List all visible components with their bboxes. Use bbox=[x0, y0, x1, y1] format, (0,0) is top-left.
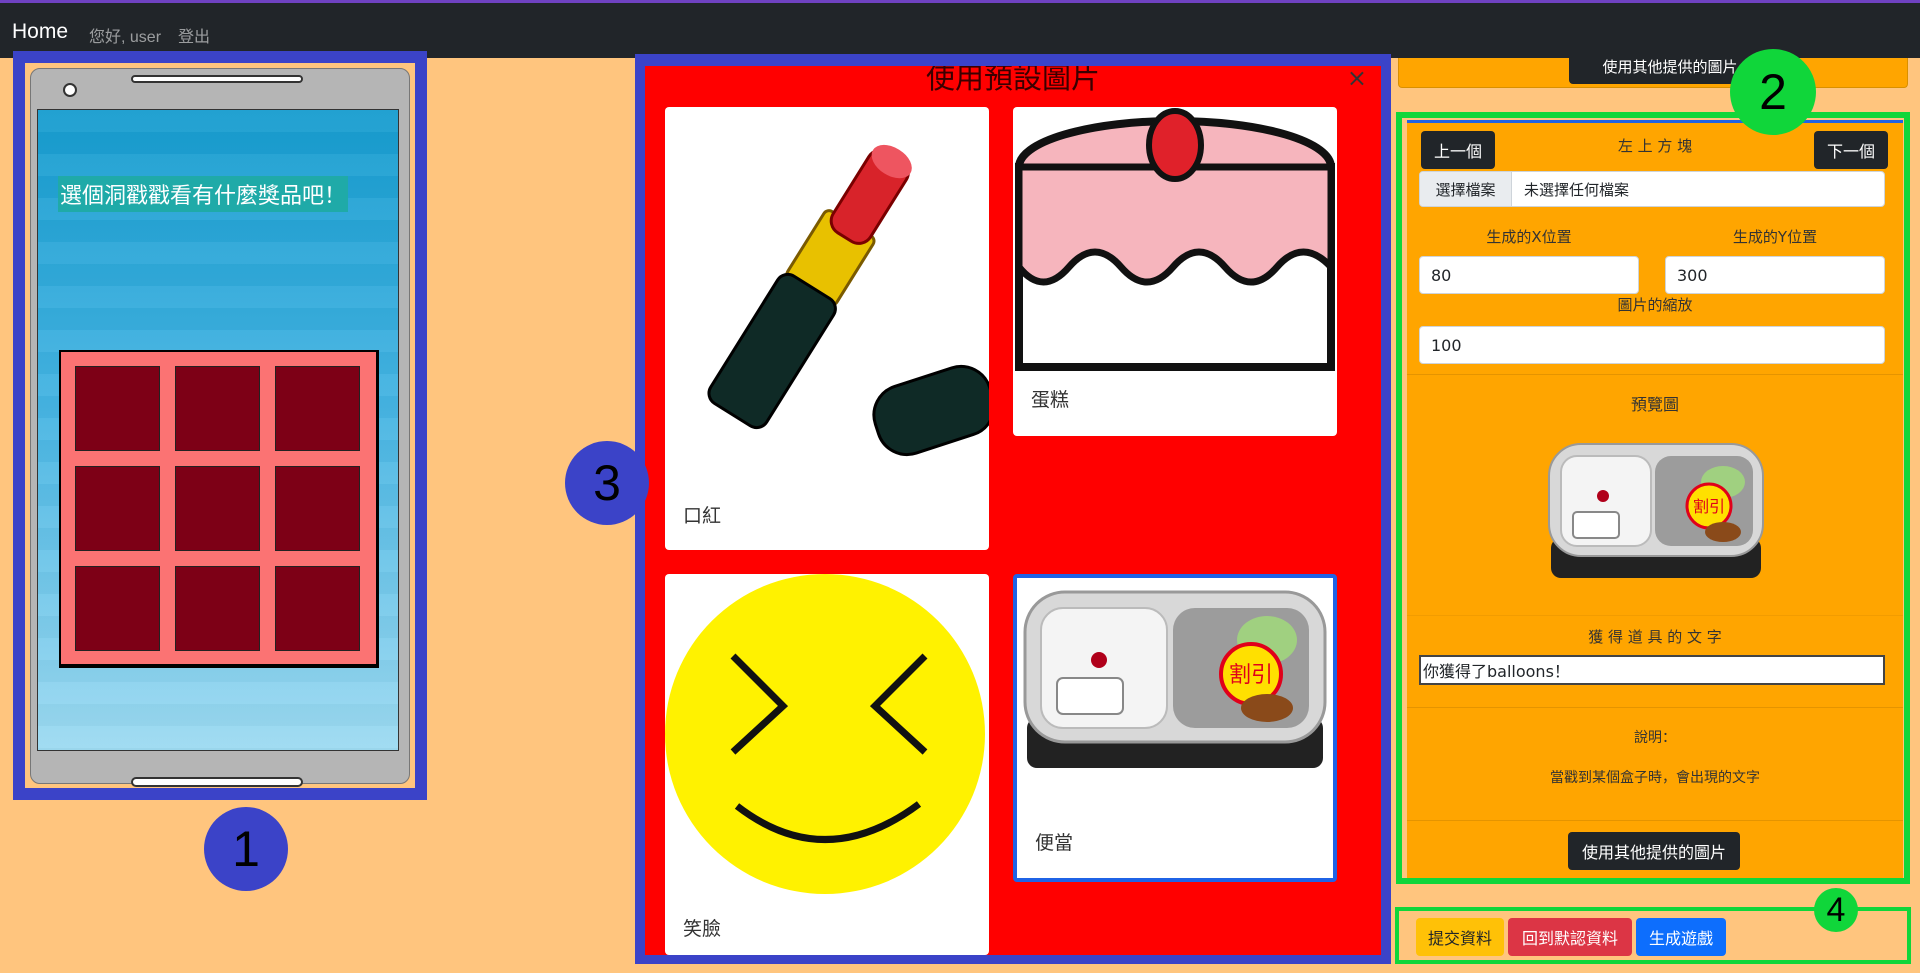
game-screen: 選個洞戳戳看有什麼獎品吧！ bbox=[37, 109, 399, 751]
svg-text:割引: 割引 bbox=[1693, 497, 1725, 516]
divider bbox=[1407, 820, 1903, 821]
preview-label: 預覽圖 bbox=[1630, 395, 1679, 414]
reset-default-button[interactable]: 回到默認資料 bbox=[1508, 918, 1632, 956]
hole-box[interactable] bbox=[75, 466, 160, 551]
bento-box-image: 割引 bbox=[1023, 590, 1327, 768]
camera-icon bbox=[63, 83, 77, 97]
x-position-label: 生成的X位置 bbox=[1486, 228, 1572, 246]
y-position-input[interactable]: 300 bbox=[1665, 256, 1885, 294]
block-settings-panel: 上一個 左 上 方 塊 下一個 選擇檔案 未選擇任何檔案 生成的X位置 生成的Y… bbox=[1407, 120, 1903, 878]
greeting-text: 您好, user bbox=[89, 29, 162, 46]
submit-button[interactable]: 提交資料 bbox=[1416, 918, 1504, 956]
hole-box[interactable] bbox=[275, 566, 360, 651]
card-label-smiley: 笑臉 bbox=[683, 918, 722, 940]
marker-3: 3 bbox=[565, 441, 649, 525]
card-label-lipstick: 口紅 bbox=[683, 505, 722, 527]
phone-mockup: 選個洞戳戳看有什麼獎品吧！ bbox=[30, 68, 410, 787]
image-card-cake[interactable]: 蛋糕 bbox=[1013, 107, 1337, 436]
y-position-label: 生成的Y位置 bbox=[1732, 228, 1818, 246]
cake-image bbox=[1015, 108, 1335, 371]
hole-box[interactable] bbox=[275, 366, 360, 451]
game-title: 選個洞戳戳看有什麼獎品吧！ bbox=[58, 176, 349, 212]
divider bbox=[1407, 707, 1903, 708]
description-text: 當戳到某個盒子時，會出現的文字 bbox=[1550, 770, 1760, 786]
image-card-bento[interactable]: 割引 便當 bbox=[1013, 574, 1337, 882]
home-button-icon bbox=[131, 777, 303, 787]
bento-preview-image: 割引 bbox=[1548, 443, 1764, 578]
svg-text:割引: 割引 bbox=[1229, 663, 1273, 688]
default-image-modal: 使用預設圖片 × 口紅 蛋糕 笑臉 割引 便當 bbox=[645, 66, 1381, 955]
card-label-cake: 蛋糕 bbox=[1031, 389, 1070, 411]
speaker-icon bbox=[131, 75, 303, 83]
hole-box[interactable] bbox=[175, 366, 260, 451]
item-text-label: 獲 得 道 具 的 文 字 bbox=[1588, 628, 1722, 646]
modal-title: 使用預設圖片 bbox=[925, 66, 1100, 94]
item-text-input[interactable]: 你獲得了balloons！ bbox=[1419, 655, 1885, 685]
marker-4: 4 bbox=[1814, 888, 1858, 932]
choose-file-button[interactable]: 選擇檔案 bbox=[1420, 172, 1512, 206]
image-card-smiley[interactable]: 笑臉 bbox=[665, 574, 989, 955]
card-label-bento: 便當 bbox=[1035, 832, 1074, 854]
marker-1: 1 bbox=[204, 807, 288, 891]
hole-box[interactable] bbox=[175, 466, 260, 551]
use-other-images-button[interactable]: 使用其他提供的圖片 bbox=[1568, 832, 1740, 870]
hole-box[interactable] bbox=[75, 566, 160, 651]
home-link[interactable]: Home bbox=[12, 20, 68, 44]
x-position-input[interactable]: 80 bbox=[1419, 256, 1639, 294]
hole-box[interactable] bbox=[275, 466, 360, 551]
logout-link[interactable]: 登出 bbox=[178, 23, 210, 47]
lipstick-image bbox=[707, 144, 989, 456]
scale-input[interactable]: 100 bbox=[1419, 326, 1885, 364]
top-panel-strip: 使用其他提供的圖片 bbox=[1398, 58, 1908, 88]
file-status: 未選擇任何檔案 bbox=[1524, 180, 1630, 199]
divider bbox=[1407, 615, 1903, 616]
close-icon[interactable]: × bbox=[1347, 66, 1367, 92]
image-card-lipstick[interactable]: 口紅 bbox=[665, 107, 989, 550]
next-button[interactable]: 下一個 bbox=[1814, 131, 1888, 169]
marker-2: 2 bbox=[1730, 49, 1816, 135]
hole-grid bbox=[59, 350, 379, 668]
hole-box[interactable] bbox=[75, 366, 160, 451]
navbar: Home 您好, user 登出 bbox=[0, 0, 1920, 58]
hole-box[interactable] bbox=[175, 566, 260, 651]
file-chooser[interactable]: 選擇檔案 未選擇任何檔案 bbox=[1419, 171, 1885, 207]
smiley-face-image bbox=[665, 574, 985, 894]
scale-label: 圖片的縮放 bbox=[1617, 296, 1693, 314]
generate-game-button[interactable]: 生成遊戲 bbox=[1636, 918, 1726, 956]
description-title: 說明： bbox=[1634, 730, 1676, 746]
divider bbox=[1407, 374, 1903, 375]
